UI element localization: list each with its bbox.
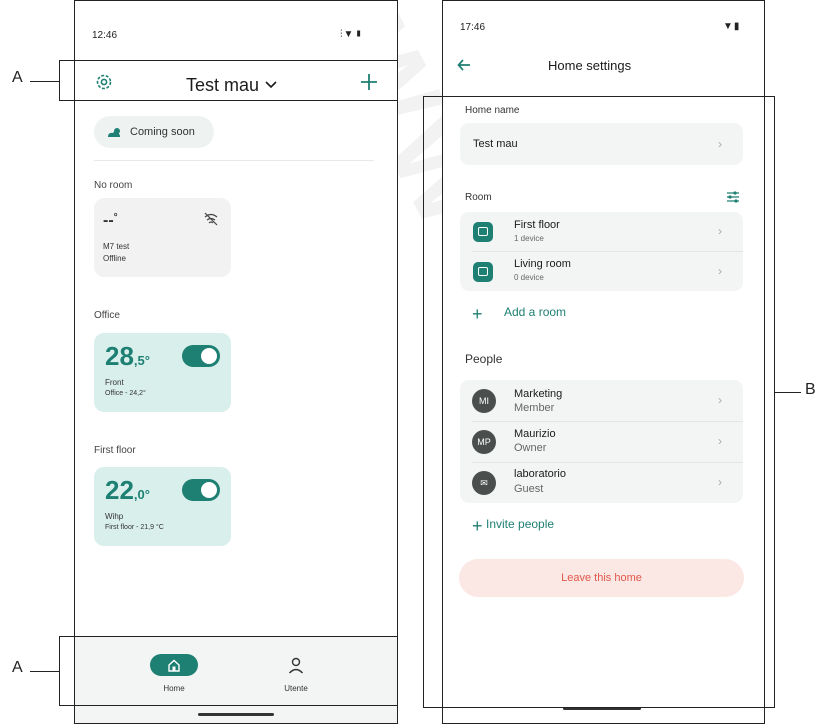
callout-line <box>30 81 59 82</box>
callout-label-a-bottom: A <box>12 659 23 676</box>
callout-box-a-top <box>59 60 398 101</box>
callout-box-b <box>423 96 775 708</box>
callout-line <box>30 671 59 672</box>
callout-label-b: B <box>805 381 816 398</box>
phone-frame-left <box>74 0 398 724</box>
callout-box-a-bottom <box>59 636 398 706</box>
callout-label-a-top: A <box>12 69 23 86</box>
callout-line <box>775 392 801 393</box>
